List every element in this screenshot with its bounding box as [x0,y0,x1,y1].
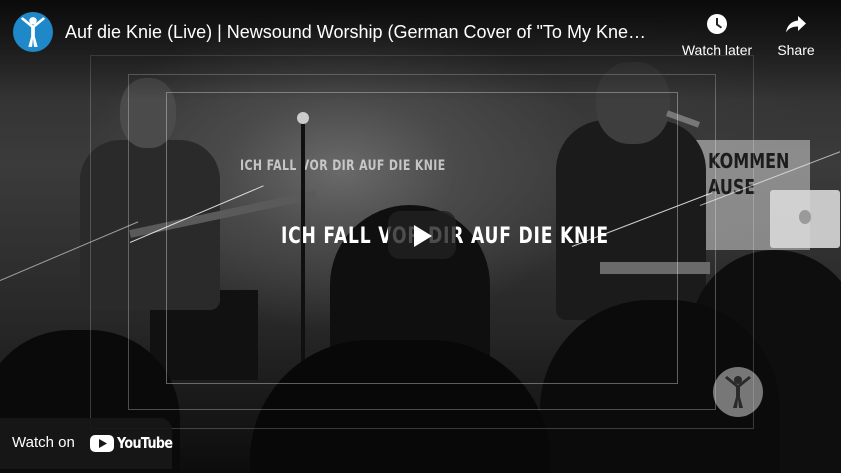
channel-watermark-icon [713,367,763,417]
watch-later-button[interactable]: Watch later [681,12,753,58]
watch-on-label: Watch on [12,434,75,451]
person-arms-raised-icon [20,17,46,47]
watch-on-youtube-button[interactable]: Watch on YouTube [0,418,173,469]
watch-later-label: Watch later [681,42,753,58]
share-arrow-icon [786,16,806,33]
play-button[interactable] [388,211,456,259]
channel-avatar[interactable] [13,12,53,52]
youtube-wordmark: YouTube [117,434,173,452]
clock-icon [707,14,727,34]
share-label: Share [777,42,815,58]
play-icon [414,225,432,247]
video-player[interactable]: ICH FALL VOR DIR AUF DIE KNIE KOMMEN AUS… [0,0,841,473]
youtube-logo-icon [90,435,114,452]
share-button[interactable]: Share [772,12,820,58]
laptop-logo [799,210,811,224]
video-title-link[interactable]: Auf die Knie (Live) | Newsound Worship (… [65,20,655,44]
